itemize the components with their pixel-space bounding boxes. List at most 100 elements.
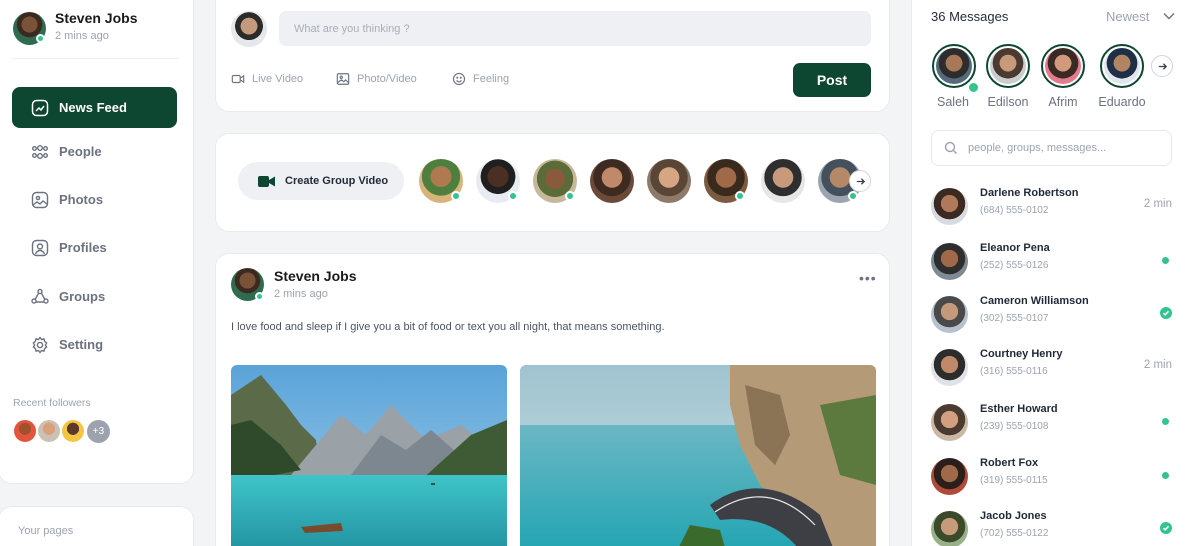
nav-item-people[interactable]: People — [12, 131, 177, 172]
photos-icon — [31, 191, 49, 208]
profile-name[interactable]: Steven Jobs — [55, 10, 137, 26]
story-name: Eduardo — [1098, 95, 1146, 109]
nav-item-groups[interactable]: Groups — [12, 276, 177, 317]
online-status-dot — [848, 191, 858, 201]
create-group-video-button[interactable]: Create Group Video — [238, 162, 404, 200]
chevron-down-icon[interactable] — [1163, 12, 1175, 20]
contact-name: Eleanor Pena — [980, 242, 1050, 254]
nav-label: Profiles — [59, 240, 107, 255]
online-status-dot — [1162, 257, 1169, 264]
profile-time: 2 mins ago — [55, 30, 109, 42]
composer-input[interactable] — [279, 11, 871, 46]
contact-phone: (316) 555-0116 — [980, 366, 1048, 377]
contact-name: Robert Fox — [980, 457, 1039, 469]
contact-name: Courtney Henry — [980, 348, 1063, 360]
group-member-avatar[interactable] — [647, 159, 691, 203]
nav-label: Setting — [59, 337, 104, 352]
contact-time: 2 min — [1143, 359, 1172, 371]
live-video-button[interactable]: Live Video — [231, 72, 303, 86]
group-video-next-button[interactable] — [849, 170, 871, 192]
your-pages-label: Your pages — [18, 525, 74, 537]
groups-icon — [31, 288, 49, 304]
read-check-icon — [1160, 307, 1172, 319]
live-video-label: Live Video — [252, 73, 304, 85]
contact-avatar — [931, 349, 968, 386]
contact-avatar — [931, 458, 968, 495]
nav-item-setting[interactable]: Setting — [12, 324, 177, 365]
sort-dropdown[interactable]: Newest — [1106, 9, 1149, 24]
search-icon — [944, 141, 957, 154]
story-avatar-afrim[interactable] — [1041, 44, 1085, 88]
contact-name: Esther Howard — [980, 403, 1058, 415]
post-time: 2 mins ago — [274, 288, 328, 300]
post-button[interactable]: Post — [793, 63, 871, 97]
online-status-dot — [451, 191, 461, 201]
more-followers-badge[interactable]: +3 — [85, 418, 112, 445]
contact-time: 2 min — [1143, 198, 1172, 210]
online-status-dot — [565, 191, 575, 201]
composer-avatar — [231, 11, 267, 47]
contact-phone: (239) 555-0108 — [980, 421, 1049, 432]
messages-search-input[interactable] — [968, 142, 1158, 154]
read-check-icon — [1160, 522, 1172, 534]
setting-icon — [32, 335, 48, 354]
nav-label: News Feed — [59, 100, 127, 115]
online-status-dot — [1162, 418, 1169, 425]
contact-avatar — [931, 188, 968, 225]
story-avatar-eduardo[interactable] — [1100, 44, 1144, 88]
video-camera-icon — [258, 175, 275, 187]
create-group-video-label: Create Group Video — [285, 175, 389, 187]
contact-avatar — [931, 404, 968, 441]
contact-avatar — [931, 511, 968, 546]
post-author-name[interactable]: Steven Jobs — [274, 268, 356, 284]
follower-avatar[interactable] — [36, 418, 62, 444]
group-member-avatar[interactable] — [590, 159, 634, 203]
online-status-dot — [255, 292, 264, 301]
post-photo-lake[interactable] — [231, 365, 507, 546]
online-status-dot — [508, 191, 518, 201]
follower-avatar[interactable] — [12, 418, 38, 444]
online-status-dot — [967, 81, 980, 94]
messages-count-title: 36 Messages — [931, 9, 1009, 24]
online-status-dot — [1162, 472, 1169, 479]
contact-avatar — [931, 296, 968, 333]
arrow-right-icon — [1158, 62, 1167, 70]
photo-video-label: Photo/Video — [357, 73, 417, 85]
divider — [12, 58, 179, 59]
nav-item-photos[interactable]: Photos — [12, 179, 177, 220]
group-member-avatar[interactable] — [761, 159, 805, 203]
contact-row[interactable]: Esther Howard (239) 555-0108 — [931, 403, 1176, 447]
online-status-dot — [735, 191, 745, 201]
contact-avatar — [931, 243, 968, 280]
smiley-icon — [452, 72, 466, 86]
post-more-options-icon[interactable]: ••• — [859, 270, 877, 286]
nav-item-news-feed[interactable]: News Feed — [12, 87, 177, 128]
stories-next-button[interactable] — [1151, 55, 1173, 77]
story-avatar-edilson[interactable] — [986, 44, 1030, 88]
contact-row[interactable]: Jacob Jones (702) 555-0122 — [931, 510, 1176, 546]
contact-phone: (684) 555-0102 — [980, 205, 1049, 216]
contact-row[interactable]: Cameron Williamson (302) 555-0107 — [931, 295, 1176, 339]
contact-row[interactable]: Darlene Robertson (684) 555-0102 2 min — [931, 187, 1176, 231]
news-feed-icon — [31, 99, 49, 116]
feeling-button[interactable]: Feeling — [452, 72, 509, 86]
video-camera-icon — [231, 74, 245, 84]
nav-item-profiles[interactable]: Profiles — [12, 227, 177, 268]
people-icon — [32, 144, 48, 159]
post-photo-coast-road[interactable] — [520, 365, 876, 546]
photo-video-button[interactable]: Photo/Video — [336, 72, 417, 86]
post-body-text: I love food and sleep if I give you a bi… — [231, 321, 665, 333]
arrow-right-icon — [856, 177, 865, 185]
contact-phone: (252) 555-0126 — [980, 260, 1049, 271]
feeling-label: Feeling — [473, 73, 510, 85]
contact-phone: (319) 555-0115 — [980, 475, 1048, 486]
online-status-dot — [36, 34, 45, 43]
contact-phone: (702) 555-0122 — [980, 528, 1049, 539]
messages-search[interactable] — [931, 130, 1172, 166]
contact-row[interactable]: Courtney Henry (316) 555-0116 2 min — [931, 348, 1176, 392]
nav-label: Photos — [59, 192, 104, 207]
contact-phone: (302) 555-0107 — [980, 313, 1049, 324]
contact-row[interactable]: Eleanor Pena (252) 555-0126 — [931, 242, 1176, 286]
contact-row[interactable]: Robert Fox (319) 555-0115 — [931, 457, 1176, 501]
follower-avatar[interactable] — [60, 418, 86, 444]
